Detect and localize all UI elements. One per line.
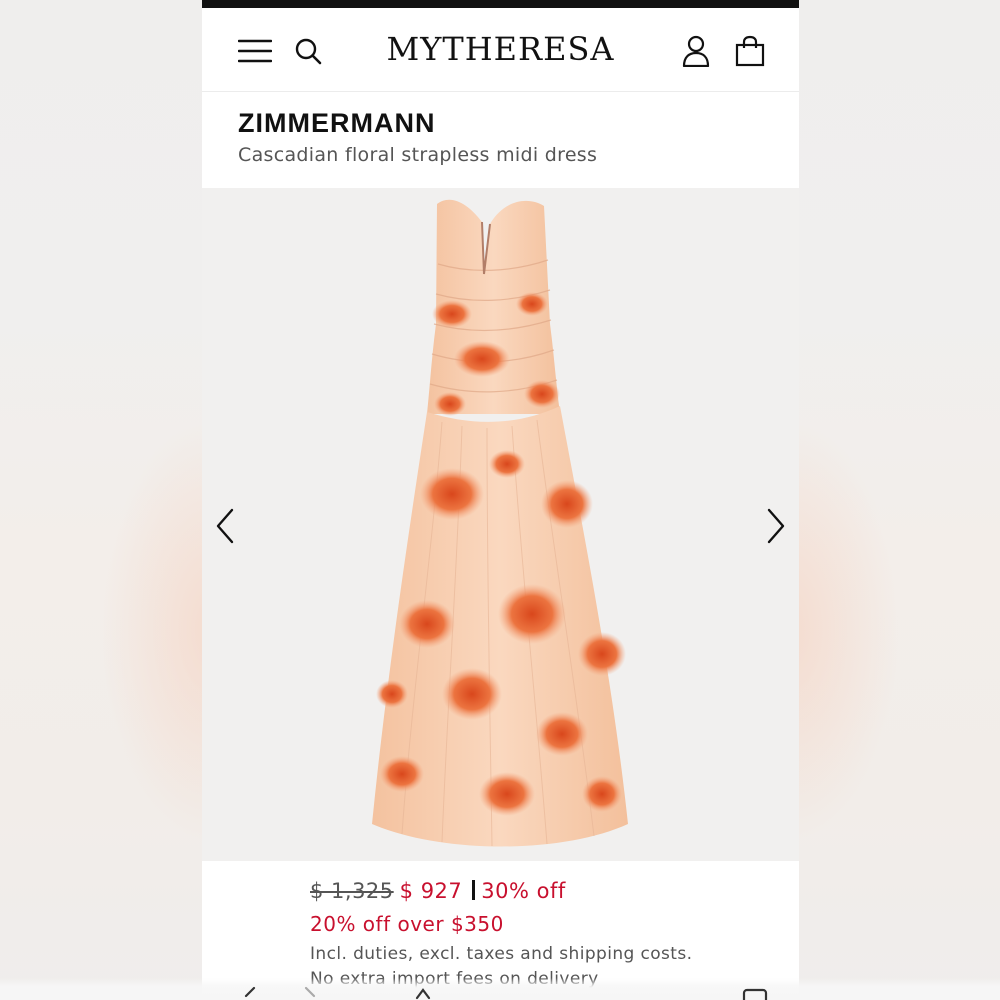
product-title-section: ZIMMERMANN Cascadian floral strapless mi…: [202, 92, 799, 188]
blurred-backdrop-left: [0, 0, 202, 1000]
product-brand[interactable]: ZIMMERMANN: [238, 108, 435, 139]
chevron-right-icon[interactable]: [761, 506, 791, 546]
share-icon[interactable]: [412, 986, 434, 1000]
tax-note: Incl. duties, excl. taxes and shipping c…: [310, 944, 693, 964]
back-icon[interactable]: [240, 986, 260, 1000]
dress-image: [372, 199, 628, 847]
price-separator: [472, 880, 476, 900]
status-bar: [202, 0, 799, 8]
original-price: $ 1,325: [310, 879, 394, 903]
product-name: Cascadian floral strapless midi dress: [238, 144, 598, 166]
blurred-backdrop-right: [798, 0, 1000, 1000]
shopping-bag-icon[interactable]: [732, 33, 768, 69]
price-line: $ 1,325 $ 927 30% off: [310, 879, 566, 903]
tabs-icon[interactable]: [742, 986, 770, 1000]
promo-text: 20% off over $350: [310, 912, 504, 936]
chevron-left-icon[interactable]: [210, 506, 240, 546]
discount-badge: 30% off: [481, 879, 566, 903]
forward-icon[interactable]: [300, 986, 320, 1000]
product-image-gallery[interactable]: [202, 188, 799, 861]
bottom-toolbar-fade: [0, 978, 1000, 1000]
account-icon[interactable]: [678, 33, 714, 69]
sale-price: $ 927: [399, 879, 463, 903]
mobile-screen: MYTHERESA ZIMMERMANN Cascadian floral st…: [202, 0, 799, 1000]
top-nav-header: MYTHERESA: [202, 8, 799, 92]
